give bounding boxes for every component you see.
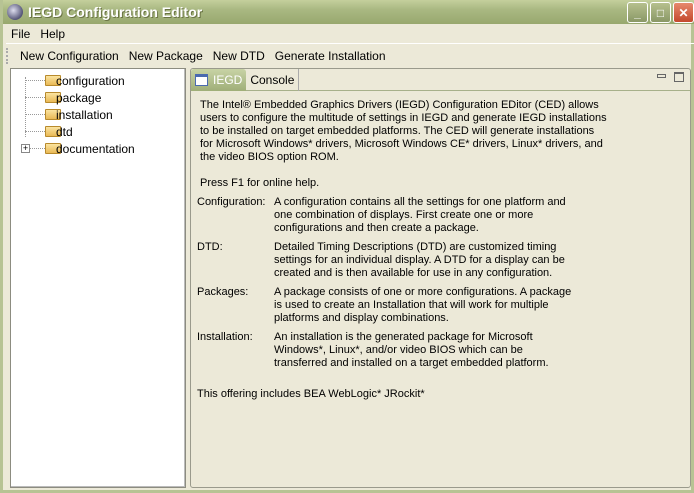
panel-maximize-icon[interactable] <box>674 72 684 82</box>
generate-installation-button[interactable]: Generate Installation <box>270 49 391 63</box>
definition-row: Packages: A package consists of one or mo… <box>197 286 572 324</box>
definition-row: DTD: Detailed Timing Descriptions (DTD) a… <box>197 241 565 279</box>
tree-item-configuration[interactable]: configuration <box>11 72 181 89</box>
menu-file[interactable]: File <box>6 27 35 41</box>
toolbar-grip[interactable] <box>6 48 9 64</box>
tree-item-dtd[interactable]: dtd <box>11 123 181 140</box>
maximize-button[interactable]: □ <box>650 2 671 23</box>
menu-help[interactable]: Help <box>35 27 70 41</box>
tree-item-documentation[interactable]: + documentation <box>11 140 181 157</box>
definition-row: Configuration: A configuration contains a… <box>197 196 566 234</box>
help-text: Press F1 for online help. <box>200 177 320 189</box>
new-dtd-button[interactable]: New DTD <box>208 49 270 63</box>
new-configuration-button[interactable]: New Configuration <box>15 49 124 63</box>
window-title: IEGD Configuration Editor <box>28 4 203 20</box>
project-tree: configuration package installation dtd +… <box>10 68 186 488</box>
app-icon <box>7 4 23 20</box>
definition-row: Installation: An installation is the gene… <box>197 331 549 369</box>
editor-panel: IEGD Console The Intel® Embedded Graphic… <box>190 68 691 488</box>
app-window: IEGD Configuration Editor _ □ ✕ File Hel… <box>0 0 694 493</box>
menu-bar: File Help <box>6 24 694 44</box>
window-icon <box>195 74 208 86</box>
tab-bar: IEGD Console <box>191 69 690 91</box>
minimize-button[interactable]: _ <box>627 2 648 23</box>
toolbar: New Configuration New Package New DTD Ge… <box>6 45 391 67</box>
intro-text: The Intel® Embedded Graphics Drivers (IE… <box>200 99 607 163</box>
tree-item-installation[interactable]: installation <box>11 106 181 123</box>
tab-iegd[interactable]: IEGD <box>191 69 247 91</box>
panel-minimize-icon[interactable] <box>657 74 666 78</box>
expand-icon[interactable]: + <box>21 144 30 153</box>
close-button[interactable]: ✕ <box>673 2 694 23</box>
tab-console[interactable]: Console <box>246 69 300 91</box>
tree-item-package[interactable]: package <box>11 89 181 106</box>
new-package-button[interactable]: New Package <box>124 49 208 63</box>
title-bar[interactable]: IEGD Configuration Editor _ □ ✕ <box>3 0 694 24</box>
footer-text: This offering includes BEA WebLogic* JRo… <box>197 388 425 400</box>
welcome-text: The Intel® Embedded Graphics Drivers (IE… <box>197 99 687 401</box>
